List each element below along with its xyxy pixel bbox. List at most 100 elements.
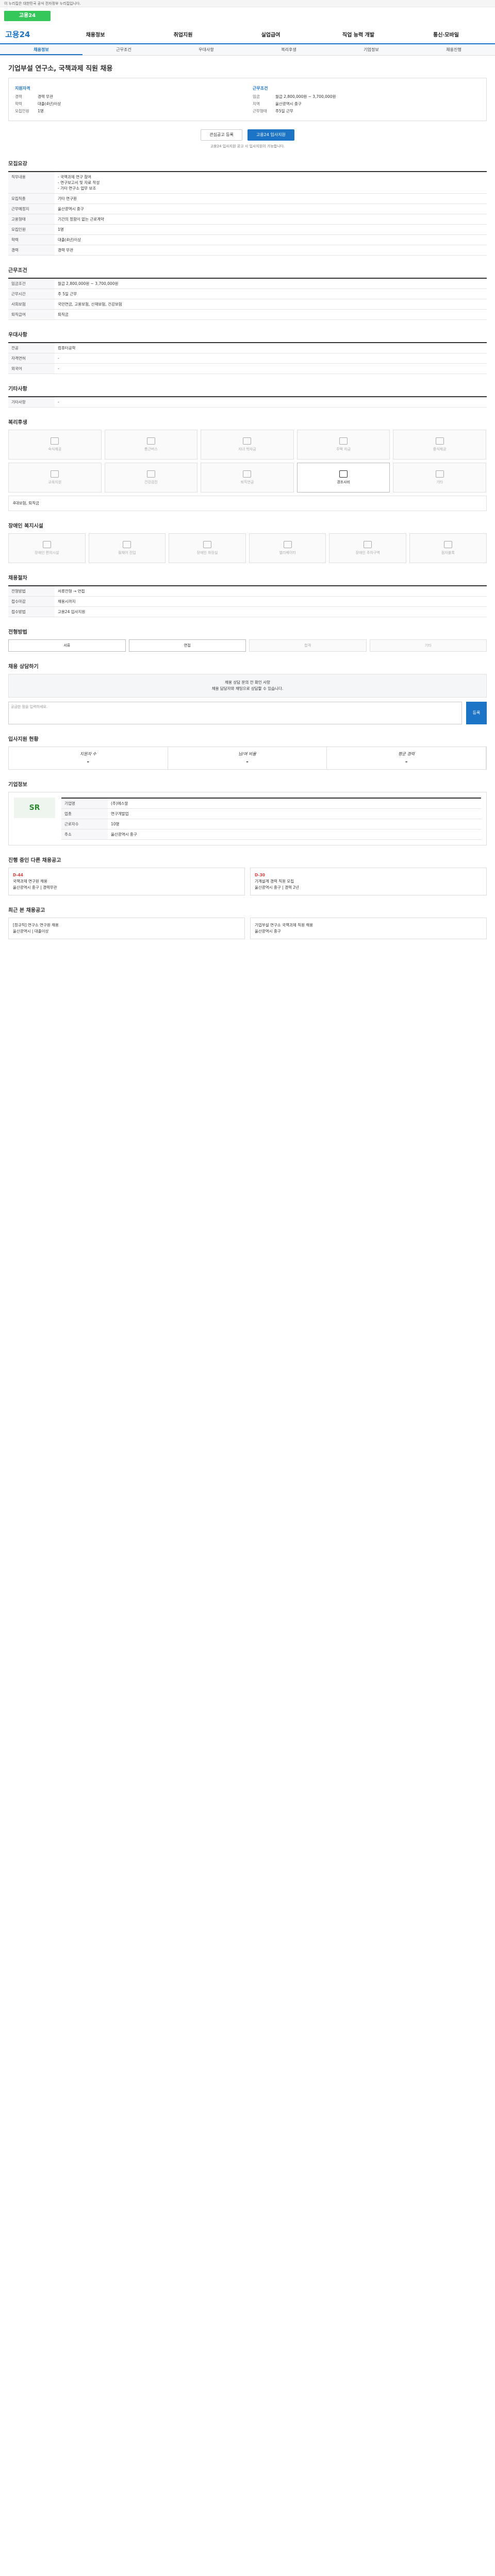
table-row: 임금조건 월급 2,800,000원 ~ 3,700,000원 [8,279,487,289]
table-row: 기업명 (주)에스알 [61,799,481,809]
qa-input[interactable]: 궁금한 점을 입력하세요. [8,702,462,724]
tab[interactable]: 채용정보 [0,44,82,55]
summary-row: 근무형태 주5일 근무 [253,109,293,113]
table-row: 업종 연구개발업 [61,809,481,819]
job-card[interactable]: [정규직] 연구소 연구원 채용 울산광역시 | 대졸이상 [8,918,245,939]
stat-cell: 남/여 비율 - [168,747,327,769]
welfare-item: 숙식제공 [8,430,102,460]
tab[interactable]: 근무조건 [82,44,165,55]
dday-badge: D-44 [13,873,23,877]
ongoing-jobs: D-44 국책과제 연구원 채용 울산광역시 중구 | 경력무관 D-30 기계설계 경… [8,868,487,895]
table-row: 전형방법 서류전형 → 면접 [8,586,487,597]
row-value: - [58,366,59,371]
job-card-meta: 울산광역시 중구 | 경력무관 [13,885,57,890]
nav-item[interactable]: 직업 능력 개발 [315,30,402,38]
row-label: 주소 [61,829,108,839]
company-card: SR 기업명 (주)에스알 업종 연구개발업 근로자수 10명 주소 울산광역시 중구 [8,792,487,845]
row-label: 고용형태 [8,214,55,224]
job-card[interactable]: D-30 기계설계 경력 직원 모집 울산광역시 중구 | 경력 2년 [250,868,487,895]
job-card[interactable]: D-44 국책과제 연구원 채용 울산광역시 중구 | 경력무관 [8,868,245,895]
summary-row: 임금 월급 2,800,000원 ~ 3,700,000원 [253,94,336,99]
qa-submit-button[interactable]: 등록 [466,702,487,724]
welfare-item: 주택 자금 [296,430,390,460]
welfare-icon [435,437,444,445]
qa-text: 채용 상담 문의 전 확인 사항 채용 담당자와 채팅으로 상담할 수 있습니다… [211,680,284,691]
table-row: 직무내용 - 국책과제 연구 참여 - 연구보고서 및 자료 작성 - 기타 연구… [8,172,487,194]
welfare-item: 중식제공 [393,430,486,460]
job-card-title: 국책과제 연구원 채용 [13,879,47,884]
welfare-icon [435,470,444,478]
disabled-item: 장애인 화장실 [169,533,246,563]
welfare-label: 자녀 학자금 [238,447,256,451]
tab-bar: 채용정보 근무조건 우대사항 복리후생 기업정보 채용진행 [0,44,495,56]
tab[interactable]: 채용진행 [412,44,495,55]
save-button[interactable]: 관심공고 등록 [201,129,242,141]
progress-grid: 서류 면접 합격 기타 [8,639,487,652]
row-label: 외국어 [8,364,55,374]
row-value: 퇴직금 [58,312,69,317]
tab[interactable]: 기업정보 [330,44,412,55]
welfare-label: 중식제공 [433,447,447,451]
step-label: 면접 [184,643,191,648]
row-label: 모집직종 [8,194,55,204]
row-label: 업종 [61,809,108,819]
facility-icon [364,541,372,548]
stats-bar: 지원자 수 - 남/여 비율 - 평균 경력 - [8,747,487,770]
table-row: 주소 울산광역시 중구 [61,829,481,840]
disabled-grid: 장애인 편의시설 휠체어 진입 장애인 화장실 엘리베이터 장애인 주차구역 점자블록 [8,533,487,563]
welfare-label: 숙식제공 [48,447,62,451]
row-label: 전형방법 [8,586,55,596]
dday-badge: D-30 [255,873,265,877]
row-value: 국민연금, 고용보험, 산재보험, 건강보험 [58,302,122,307]
job-card-meta: 울산광역시 중구 | 경력 2년 [255,885,299,890]
other-table: 기타사항 - [8,396,487,408]
step-label: 서류 [63,643,71,648]
welfare-grid: 숙식제공 통근버스 자녀 학자금 주택 자금 중식제공 교육지원 건강검진 퇴직연금 경조사비 기… [8,430,487,493]
progress-step: 면접 [128,639,246,652]
logo[interactable]: 고용24 [4,11,51,21]
row-value: - [58,356,59,361]
nav-item[interactable]: 채용정보 [52,30,139,38]
progress-step: 서류 [8,639,126,652]
table-row: 학력 대졸(4년)이상 [8,235,487,245]
welfare-item: 기타 [393,463,486,493]
stat-label: 평균 경력 [398,752,415,756]
apply-button[interactable]: 고용24 입사지원 [247,129,294,141]
row-value: 경력 무관 [58,248,73,252]
job-card-title: [정규직] 연구소 연구원 채용 [13,923,59,927]
table-row: 고용형태 기간의 정함이 없는 근로계약 [8,214,487,225]
stat-value: - [87,758,90,765]
section-title: 근무조건 [8,268,27,274]
step-label: 합격 [304,643,311,648]
row-value: 고용24 입사지원 [58,609,86,614]
row-value: 연구개발업 [111,811,129,816]
section-title: 채용절차 [8,575,27,581]
stat-value: - [405,758,408,765]
nav-item[interactable]: 취업지원 [139,30,227,38]
row-label: 학력 [8,235,55,245]
section-title: 입사지원 현황 [8,737,39,742]
row-label: 기타사항 [8,397,55,407]
facility-icon [42,541,51,548]
job-card[interactable]: 기업부설 연구소 국책과제 직원 채용 울산광역시 중구 [250,918,487,939]
nav-item[interactable]: 통신·모바일 [402,30,490,38]
row-label: 사회보험 [8,299,55,309]
section-title: 장애인 복지시설 [8,523,43,529]
facility-label: 장애인 주차구역 [355,551,380,555]
site-title[interactable]: 고용24 [5,29,52,40]
nav-item[interactable]: 실업급여 [227,30,315,38]
tab[interactable]: 우대사항 [165,44,248,55]
row-label: 전공 [8,343,55,353]
row-label: 경력 [8,245,55,255]
tab[interactable]: 복리후생 [248,44,330,55]
row-label: 자격면허 [8,353,55,363]
brand-bar: 고용24 [0,7,495,25]
row-value: 대졸(4년)이상 [58,238,81,242]
summary-heading: 지원자격 [15,86,30,91]
row-label: 기업명 [61,799,108,808]
stat-cell: 평균 경력 - [327,747,487,769]
section-title: 전형방법 [8,630,27,635]
action-bar: 관심공고 등록 고용24 입사지원 [8,129,487,141]
welfare-label: 기타 [436,480,443,484]
facility-label: 장애인 편의시설 [35,551,59,555]
